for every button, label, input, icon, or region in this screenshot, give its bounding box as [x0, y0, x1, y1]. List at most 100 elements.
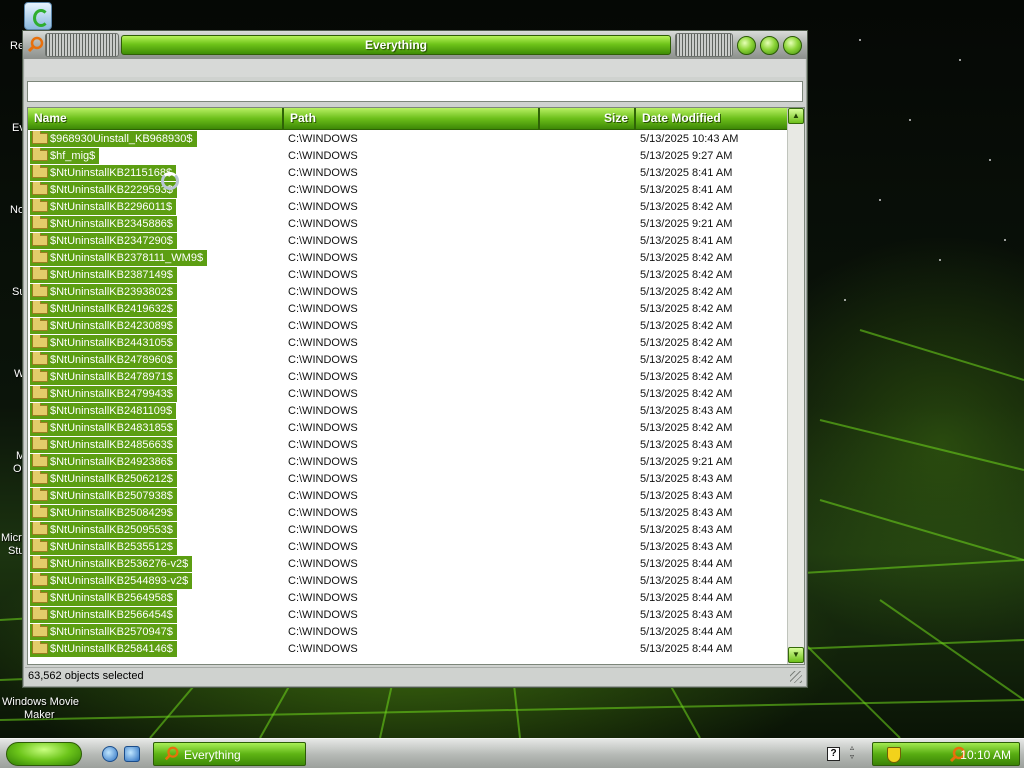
- column-header-date[interactable]: Date Modified: [636, 108, 788, 130]
- table-row[interactable]: $NtUninstallKB2443105$ C:\WINDOWS 5/13/202…: [28, 335, 788, 352]
- row-name-cell[interactable]: $NtUninstallKB2419632$: [30, 301, 177, 318]
- row-name-cell[interactable]: $NtUninstallKB2570947$: [30, 624, 177, 641]
- row-name-cell[interactable]: $NtUninstallKB2345886$: [30, 216, 177, 233]
- row-name-cell[interactable]: $NtUninstallKB2378111_WM9$: [30, 250, 208, 267]
- row-name-cell[interactable]: $968930Uinstall_KB968930$: [30, 131, 197, 148]
- table-row[interactable]: $NtUninstallKB2492386$ C:\WINDOWS 5/13/202…: [28, 454, 788, 471]
- row-name-cell[interactable]: $NtUninstallKB2509553$: [30, 522, 177, 539]
- taskbar-button-everything[interactable]: Everything: [153, 742, 306, 766]
- row-name-cell[interactable]: $NtUninstallKB2478960$: [30, 352, 177, 369]
- folder-icon: [32, 165, 48, 178]
- title-bar[interactable]: Everything: [23, 31, 807, 59]
- busy-cursor-icon: [161, 172, 179, 190]
- table-row[interactable]: $NtUninstallKB2566454$ C:\WINDOWS 5/13/202…: [28, 607, 788, 624]
- scroll-up-arrow-icon[interactable]: ▲: [788, 108, 804, 124]
- minimize-button[interactable]: [737, 36, 756, 55]
- row-name-cell[interactable]: $NtUninstallKB2443105$: [30, 335, 177, 352]
- table-row[interactable]: $NtUninstallKB2564958$ C:\WINDOWS 5/13/202…: [28, 590, 788, 607]
- table-row[interactable]: $NtUninstallKB2478971$ C:\WINDOWS 5/13/202…: [28, 369, 788, 386]
- table-row[interactable]: $NtUninstallKB2393802$ C:\WINDOWS 5/13/202…: [28, 284, 788, 301]
- selected-name: $NtUninstallKB2478971$: [30, 369, 177, 385]
- selected-name: $NtUninstallKB2535512$: [30, 539, 177, 555]
- row-name-cell[interactable]: $NtUninstallKB2347290$: [30, 233, 177, 250]
- folder-icon: [32, 250, 48, 263]
- table-row[interactable]: $NtUninstallKB2507938$ C:\WINDOWS 5/13/202…: [28, 488, 788, 505]
- table-row[interactable]: $NtUninstallKB2115168$ C:\WINDOWS 5/13/202…: [28, 165, 788, 182]
- table-row[interactable]: $NtUninstallKB2508429$ C:\WINDOWS 5/13/202…: [28, 505, 788, 522]
- row-date: 5/13/2025 8:42 AM: [640, 320, 733, 332]
- column-header-size[interactable]: Size: [540, 108, 636, 130]
- column-header-path[interactable]: Path: [284, 108, 540, 130]
- table-row[interactable]: $NtUninstallKB2345886$ C:\WINDOWS 5/13/202…: [28, 216, 788, 233]
- desktop-icon-label[interactable]: Windows Movie: [2, 696, 79, 709]
- security-shield-icon[interactable]: [887, 747, 901, 763]
- table-row[interactable]: $NtUninstallKB2536276-v2$ C:\WINDOWS 5/13/…: [28, 556, 788, 573]
- row-name-cell[interactable]: $NtUninstallKB2485663$: [30, 437, 177, 454]
- table-row[interactable]: $NtUninstallKB2296011$ C:\WINDOWS 5/13/202…: [28, 199, 788, 216]
- clock[interactable]: 10:10 AM: [960, 748, 1011, 762]
- table-row[interactable]: $NtUninstallKB2509553$ C:\WINDOWS 5/13/202…: [28, 522, 788, 539]
- tray-scroll-arrows-icon[interactable]: ▵ ▿: [850, 743, 854, 761]
- row-name-cell[interactable]: $NtUninstallKB2544893-v2$: [30, 573, 193, 590]
- table-row[interactable]: $NtUninstallKB2535512$ C:\WINDOWS 5/13/202…: [28, 539, 788, 556]
- start-button[interactable]: [6, 742, 82, 766]
- desktop-icon-label[interactable]: Maker: [24, 709, 55, 722]
- row-name-cell[interactable]: $NtUninstallKB2535512$: [30, 539, 177, 556]
- column-header-name[interactable]: Name: [28, 108, 284, 130]
- row-name-cell[interactable]: $NtUninstallKB2507938$: [30, 488, 177, 505]
- row-name-cell[interactable]: $NtUninstallKB2478971$: [30, 369, 177, 386]
- table-row[interactable]: $NtUninstallKB2479943$ C:\WINDOWS 5/13/202…: [28, 386, 788, 403]
- table-row[interactable]: $NtUninstallKB2481109$ C:\WINDOWS 5/13/202…: [28, 403, 788, 420]
- table-row[interactable]: $NtUninstallKB2544893-v2$ C:\WINDOWS 5/13/…: [28, 573, 788, 590]
- desktop-icon-label[interactable]: O: [13, 463, 22, 476]
- maximize-button[interactable]: [760, 36, 779, 55]
- row-name-cell[interactable]: $NtUninstallKB2481109$: [30, 403, 177, 420]
- table-row[interactable]: $NtUninstallKB2423089$ C:\WINDOWS 5/13/202…: [28, 318, 788, 335]
- row-name-cell[interactable]: $NtUninstallKB2564958$: [30, 590, 177, 607]
- help-icon[interactable]: ?: [827, 747, 840, 761]
- table-row[interactable]: $NtUninstallKB2584146$ C:\WINDOWS 5/13/202…: [28, 641, 788, 658]
- table-row[interactable]: $NtUninstallKB2229593$ C:\WINDOWS 5/13/202…: [28, 182, 788, 199]
- scroll-down-arrow-icon[interactable]: ▼: [788, 647, 804, 663]
- row-name-cell[interactable]: $hf_mig$: [30, 148, 100, 165]
- row-name-cell[interactable]: $NtUninstallKB2393802$: [30, 284, 177, 301]
- row-date: 5/13/2025 8:41 AM: [640, 184, 733, 196]
- row-name-cell[interactable]: $NtUninstallKB2536276-v2$: [30, 556, 193, 573]
- table-row[interactable]: $NtUninstallKB2570947$ C:\WINDOWS 5/13/202…: [28, 624, 788, 641]
- table-row[interactable]: $NtUninstallKB2419632$ C:\WINDOWS 5/13/202…: [28, 301, 788, 318]
- table-row[interactable]: $NtUninstallKB2347290$ C:\WINDOWS 5/13/202…: [28, 233, 788, 250]
- row-name-cell[interactable]: $NtUninstallKB2508429$: [30, 505, 177, 522]
- vertical-scrollbar[interactable]: ▲ ▼: [787, 108, 804, 664]
- row-name-cell[interactable]: $NtUninstallKB2483185$: [30, 420, 177, 437]
- row-name-cell[interactable]: $NtUninstallKB2566454$: [30, 607, 177, 624]
- table-row[interactable]: $NtUninstallKB2378111_WM9$ C:\WINDOWS 5/13…: [28, 250, 788, 267]
- row-name-cell[interactable]: $NtUninstallKB2506212$: [30, 471, 177, 488]
- close-button[interactable]: [783, 36, 802, 55]
- selected-name: $NtUninstallKB2378111_WM9$: [30, 250, 208, 266]
- row-name-cell[interactable]: $NtUninstallKB2584146$: [30, 641, 177, 658]
- table-row[interactable]: $NtUninstallKB2483185$ C:\WINDOWS 5/13/202…: [28, 420, 788, 437]
- recycle-bin-icon[interactable]: [24, 2, 52, 30]
- table-row[interactable]: $968930Uinstall_KB968930$ C:\WINDOWS 5/13/…: [28, 131, 788, 148]
- row-name-cell[interactable]: $NtUninstallKB2387149$: [30, 267, 177, 284]
- row-name-cell[interactable]: $NtUninstallKB2115168$: [30, 165, 177, 182]
- row-name-cell[interactable]: $NtUninstallKB2492386$: [30, 454, 177, 471]
- table-row[interactable]: $NtUninstallKB2506212$ C:\WINDOWS 5/13/202…: [28, 471, 788, 488]
- row-date: 5/13/2025 8:42 AM: [640, 371, 733, 383]
- results-list[interactable]: Name Path Size Date Modified $968930Uins…: [27, 107, 805, 665]
- internet-explorer-icon[interactable]: [102, 746, 118, 762]
- table-row[interactable]: $NtUninstallKB2478960$ C:\WINDOWS 5/13/202…: [28, 352, 788, 369]
- row-name-cell[interactable]: $NtUninstallKB2229593$: [30, 182, 177, 199]
- row-name-cell[interactable]: $NtUninstallKB2296011$: [30, 199, 177, 216]
- row-path: C:\WINDOWS: [288, 626, 358, 638]
- row-name-cell[interactable]: $NtUninstallKB2479943$: [30, 386, 177, 403]
- menu-bar: [25, 59, 805, 77]
- search-input[interactable]: [27, 81, 803, 102]
- magnifier-icon[interactable]: [27, 36, 45, 54]
- quick-launch-icon[interactable]: [124, 746, 140, 762]
- table-row[interactable]: $hf_mig$ C:\WINDOWS 5/13/2025 9:27 AM: [28, 148, 788, 165]
- resize-grip-icon[interactable]: [790, 671, 802, 683]
- row-name-cell[interactable]: $NtUninstallKB2423089$: [30, 318, 177, 335]
- table-row[interactable]: $NtUninstallKB2387149$ C:\WINDOWS 5/13/202…: [28, 267, 788, 284]
- table-row[interactable]: $NtUninstallKB2485663$ C:\WINDOWS 5/13/202…: [28, 437, 788, 454]
